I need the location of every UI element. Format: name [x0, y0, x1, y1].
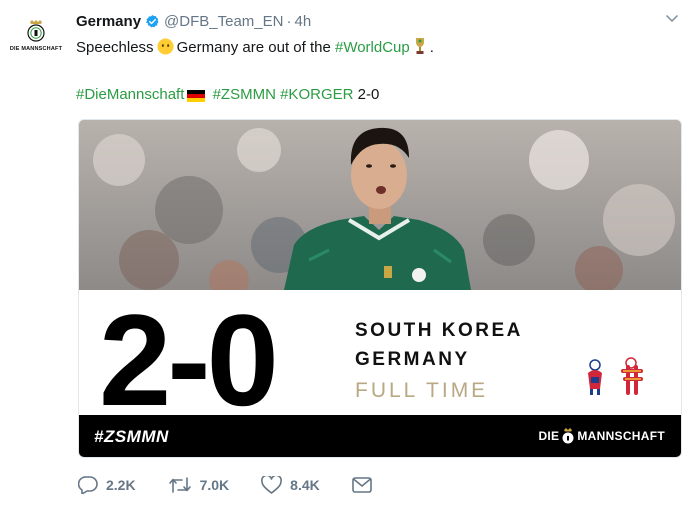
- match-status: FULL TIME: [355, 379, 489, 402]
- reply-button[interactable]: 2.2K: [78, 476, 136, 494]
- dfb-crest-small-icon: [562, 428, 574, 444]
- reply-icon: [78, 476, 98, 494]
- tweet-text-prefix: Speechless: [76, 39, 154, 56]
- tweet-text-suffix: .: [429, 39, 434, 56]
- banner-hashtag: #ZSMMN: [94, 427, 169, 446]
- avatar-text: DIE MANNSCHAFT: [9, 46, 63, 52]
- trophy-emoji-icon: [413, 37, 427, 61]
- like-button[interactable]: 8.4K: [261, 476, 320, 494]
- final-score: 2-0: [99, 287, 279, 433]
- author-handle[interactable]: @DFB_Team_EN: [164, 13, 283, 30]
- media-card[interactable]: 2-0 SOUTH KOREA GERMANY FULL TIME #ZSMMN…: [78, 119, 682, 458]
- reply-count: 2.2K: [106, 477, 136, 493]
- team-away: GERMANY: [355, 349, 470, 370]
- speechless-emoji-icon: [157, 38, 174, 61]
- player-photo-image: [79, 120, 681, 290]
- retweet-count: 7.0K: [199, 477, 230, 493]
- card-footer-banner: #ZSMMN DIE MANNSCHAFT: [79, 415, 681, 457]
- hashtag-zsmmn[interactable]: #ZSMMN: [213, 86, 276, 103]
- avatar[interactable]: DIE MANNSCHAFT: [8, 20, 64, 60]
- brand-logo: DIE MANNSCHAFT: [538, 428, 665, 444]
- timestamp[interactable]: 4h: [294, 13, 311, 30]
- tweet-header: Germany @DFB_Team_EN · 4h: [76, 11, 311, 31]
- direct-message-button[interactable]: [351, 477, 380, 493]
- retweet-icon: [168, 477, 191, 493]
- heart-icon: [261, 476, 283, 494]
- match-info: SOUTH KOREA GERMANY FULL TIME: [355, 316, 523, 405]
- tweet-actions: 2.2K 7.0K 8.4K: [78, 476, 412, 494]
- tweet-text-middle: Germany are out of the: [176, 39, 331, 56]
- tweet-text-line-2: #DieMannschaft #ZSMMN #KORGER 2-0: [76, 85, 379, 108]
- dfb-crest-icon: [27, 20, 45, 42]
- retweet-button[interactable]: 7.0K: [168, 476, 230, 494]
- player-photo[interactable]: [79, 120, 681, 290]
- hashtag-korger[interactable]: #KORGER: [280, 86, 353, 103]
- separator-dot: ·: [286, 12, 292, 30]
- mascot-logo-icon: [588, 357, 643, 395]
- author-name[interactable]: Germany: [76, 13, 141, 30]
- brand-text-left: DIE: [538, 429, 560, 443]
- like-count: 8.4K: [290, 477, 320, 493]
- team-home: SOUTH KOREA: [355, 320, 523, 341]
- brand-text-right: MANNSCHAFT: [577, 429, 665, 443]
- verified-badge-icon: [146, 14, 159, 27]
- tweet-score-text: 2-0: [357, 86, 380, 103]
- german-flag-icon: [187, 88, 206, 108]
- envelope-icon: [351, 477, 372, 493]
- hashtag-worldcup[interactable]: #WorldCup: [335, 39, 410, 56]
- tweet-text-line-1: Speechless Germany are out of the #WorldC…: [76, 37, 434, 61]
- chevron-down-icon[interactable]: [666, 14, 678, 24]
- hashtag-diemannschaft[interactable]: #DieMannschaft: [76, 86, 184, 103]
